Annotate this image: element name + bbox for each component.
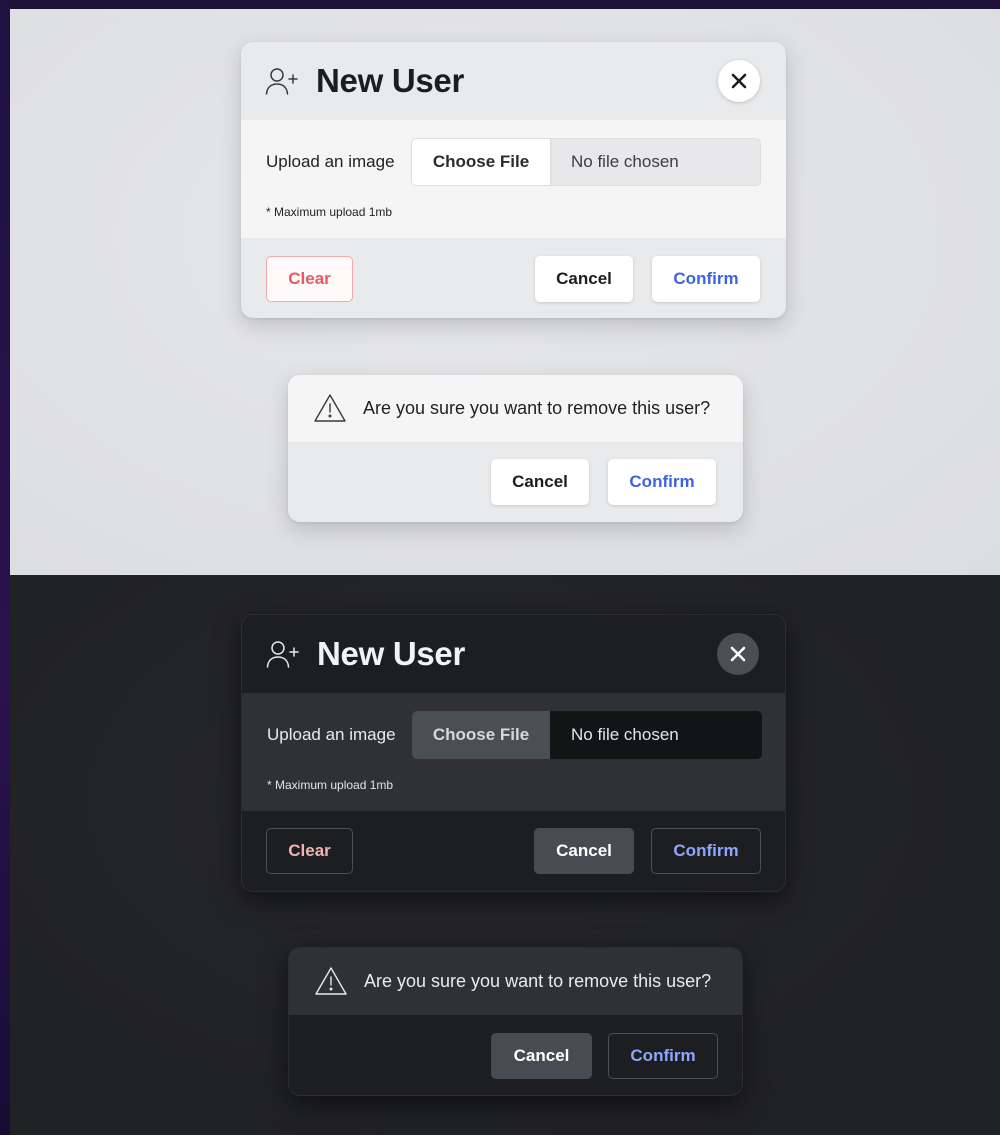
file-status-text: No file chosen bbox=[571, 152, 679, 171]
alert-header: Are you sure you want to remove this use… bbox=[289, 948, 742, 1015]
alert-header: Are you sure you want to remove this use… bbox=[288, 375, 743, 442]
remove-user-confirm-dialog: Are you sure you want to remove this use… bbox=[288, 947, 743, 1096]
dialog-title: New User bbox=[316, 62, 465, 99]
cancel-button[interactable]: Cancel bbox=[535, 256, 633, 302]
cancel-button[interactable]: Cancel bbox=[491, 1033, 592, 1079]
confirm-button[interactable]: Confirm bbox=[652, 256, 760, 302]
choose-file-button[interactable]: Choose File bbox=[412, 711, 550, 759]
close-button[interactable] bbox=[717, 633, 759, 675]
file-input[interactable]: Choose File No file chosen bbox=[412, 711, 762, 759]
close-icon bbox=[730, 646, 746, 662]
dialog-footer: Clear Cancel Confirm bbox=[242, 811, 785, 891]
dialog-header: New User bbox=[242, 615, 785, 693]
confirm-button[interactable]: Confirm bbox=[651, 828, 761, 874]
file-status-text: No file chosen bbox=[571, 725, 679, 744]
close-button[interactable] bbox=[718, 60, 760, 102]
new-user-dialog: New User Upload an image Choose File No … bbox=[241, 42, 786, 318]
cancel-button[interactable]: Cancel bbox=[491, 459, 589, 505]
alert-message: Are you sure you want to remove this use… bbox=[363, 398, 711, 418]
clear-button[interactable]: Clear bbox=[266, 256, 353, 302]
user-plus-icon bbox=[266, 641, 299, 668]
clear-button[interactable]: Clear bbox=[266, 828, 353, 874]
dialog-header: New User bbox=[241, 42, 786, 120]
new-user-dialog: New User Upload an image Choose File No … bbox=[241, 614, 786, 892]
dark-theme-panel: New User Upload an image Choose File No … bbox=[10, 575, 1000, 1135]
user-plus-icon bbox=[265, 68, 298, 95]
warning-triangle-icon bbox=[314, 394, 346, 422]
top-edge bbox=[0, 0, 1000, 9]
dialog-title: New User bbox=[317, 635, 466, 672]
close-icon bbox=[731, 73, 747, 89]
upload-label: Upload an image bbox=[266, 152, 395, 171]
left-edge bbox=[0, 0, 10, 1135]
max-upload-note: * Maximum upload 1mb bbox=[266, 205, 393, 219]
dialog-body: Upload an image Choose File No file chos… bbox=[242, 693, 785, 811]
confirm-button[interactable]: Confirm bbox=[608, 459, 716, 505]
file-input[interactable]: Choose File No file chosen bbox=[411, 138, 761, 186]
alert-message: Are you sure you want to remove this use… bbox=[364, 971, 712, 991]
dialog-footer: Clear Cancel Confirm bbox=[241, 238, 786, 318]
upload-label: Upload an image bbox=[267, 725, 396, 744]
remove-user-confirm-dialog: Are you sure you want to remove this use… bbox=[288, 375, 743, 522]
dialog-body: Upload an image Choose File No file chos… bbox=[241, 120, 786, 238]
choose-file-button[interactable]: Choose File bbox=[412, 139, 550, 185]
warning-triangle-icon bbox=[315, 967, 347, 995]
confirm-button[interactable]: Confirm bbox=[608, 1033, 718, 1079]
light-theme-panel: New User Upload an image Choose File No … bbox=[10, 9, 1000, 575]
cancel-button[interactable]: Cancel bbox=[534, 828, 634, 874]
max-upload-note: * Maximum upload 1mb bbox=[267, 778, 394, 792]
